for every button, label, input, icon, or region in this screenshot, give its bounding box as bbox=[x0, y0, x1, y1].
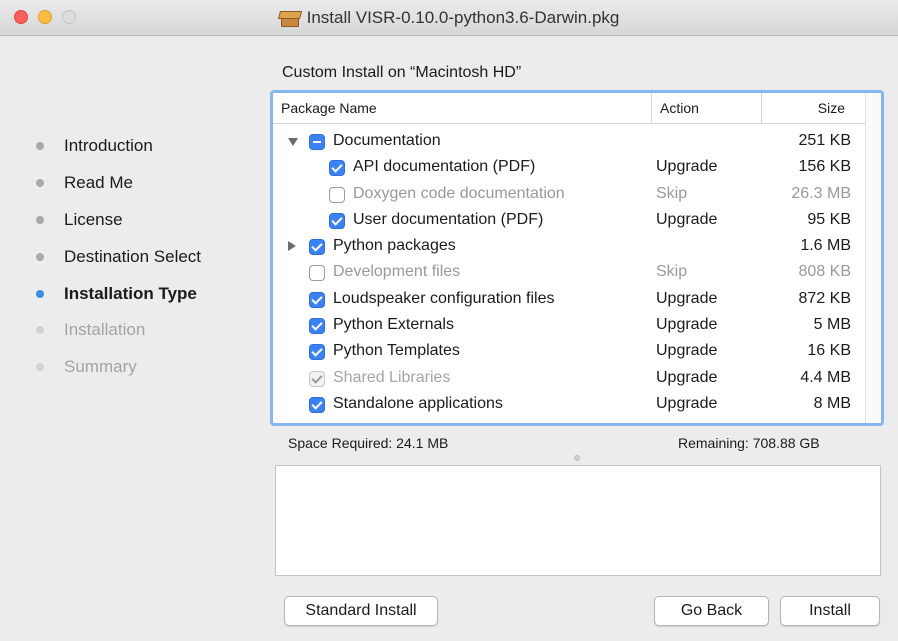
package-checkbox[interactable] bbox=[309, 239, 325, 256]
window-title: Install VISR-0.10.0-python3.6-Darwin.pkg bbox=[306, 8, 620, 27]
package-size: 4.4 MB bbox=[800, 368, 851, 386]
table-row[interactable]: Shared Libraries Upgrade 4.4 MB bbox=[273, 366, 865, 392]
package-size: 156 KB bbox=[798, 158, 851, 176]
package-action: Upgrade bbox=[656, 394, 718, 412]
step-indicator-dot bbox=[36, 252, 44, 261]
sidebar-step-label: Summary bbox=[64, 357, 137, 377]
go-back-button[interactable]: Go Back bbox=[654, 596, 769, 626]
step-indicator-dot bbox=[36, 326, 44, 335]
step-indicator-dot bbox=[36, 289, 44, 298]
package-action: Upgrade bbox=[656, 210, 718, 228]
package-name: Standalone applications bbox=[333, 394, 503, 412]
package-action: Upgrade bbox=[656, 289, 718, 307]
sidebar-step-label: Introduction bbox=[64, 136, 153, 156]
disclosure-triangle-collapsed-icon[interactable] bbox=[288, 241, 296, 252]
package-checkbox[interactable] bbox=[309, 396, 325, 413]
package-checkbox[interactable] bbox=[329, 186, 345, 203]
table-row[interactable]: Python Externals Upgrade 5 MB bbox=[273, 313, 865, 339]
sidebar-step-destination-select: Destination Select bbox=[36, 238, 266, 275]
package-checkbox[interactable] bbox=[309, 318, 325, 335]
package-name: Shared Libraries bbox=[333, 368, 451, 386]
package-icon bbox=[277, 10, 302, 27]
package-size: 251 KB bbox=[798, 132, 851, 149]
package-name: User documentation (PDF) bbox=[353, 210, 544, 228]
column-header-package-name[interactable]: Package Name bbox=[281, 93, 377, 123]
step-indicator-dot bbox=[36, 215, 44, 224]
package-size: 808 KB bbox=[798, 263, 851, 281]
package-action: Skip bbox=[656, 184, 688, 202]
sidebar-step-summary: Summary bbox=[36, 349, 266, 386]
sidebar-step-installation: Installation bbox=[36, 312, 266, 349]
package-size: 8 MB bbox=[813, 394, 851, 412]
package-size: 872 KB bbox=[798, 289, 851, 307]
step-indicator-dot bbox=[36, 179, 44, 188]
package-name: API documentation (PDF) bbox=[353, 158, 536, 176]
column-header-size[interactable]: Size bbox=[761, 93, 865, 123]
table-scrollbar[interactable] bbox=[865, 93, 881, 423]
package-table[interactable]: Package Name Action Size Documentation 25… bbox=[270, 90, 884, 426]
custom-install-heading: Custom Install on “Macintosh HD” bbox=[282, 64, 522, 81]
package-rows: Documentation 251 KB API documentation (PD… bbox=[273, 129, 865, 418]
table-row[interactable]: API documentation (PDF) Upgrade 156 KB bbox=[273, 155, 865, 181]
sidebar-step-installation-type: Installation Type bbox=[36, 275, 266, 312]
table-header: Package Name Action Size bbox=[273, 93, 865, 124]
sidebar-step-label: Read Me bbox=[64, 173, 133, 193]
sidebar-step-license: License bbox=[36, 202, 266, 239]
table-row[interactable]: Documentation 251 KB bbox=[273, 129, 865, 155]
package-size: 26.3 MB bbox=[791, 184, 851, 202]
window-title-area: Install VISR-0.10.0-python3.6-Darwin.pkg bbox=[0, 0, 898, 36]
package-size: 95 KB bbox=[807, 210, 851, 228]
sidebar-step-label: Destination Select bbox=[64, 246, 202, 266]
table-row[interactable]: Loudspeaker configuration files Upgrade 87… bbox=[273, 287, 865, 313]
table-row[interactable]: User documentation (PDF) Upgrade 95 KB bbox=[273, 208, 865, 234]
package-checkbox bbox=[309, 370, 325, 387]
sidebar-step-read-me: Read Me bbox=[36, 165, 266, 202]
sidebar-step-label: Installation bbox=[64, 320, 146, 340]
step-indicator-dot bbox=[36, 363, 44, 372]
title-bar: Install VISR-0.10.0-python3.6-Darwin.pkg bbox=[0, 0, 898, 36]
package-name: Development files bbox=[333, 263, 461, 281]
package-name: Python Externals bbox=[333, 316, 454, 334]
package-checkbox[interactable] bbox=[309, 291, 325, 308]
package-action: Upgrade bbox=[656, 158, 718, 176]
table-row[interactable]: Development files Skip 808 KB bbox=[273, 260, 865, 286]
package-checkbox[interactable] bbox=[329, 212, 345, 229]
install-button[interactable]: Install bbox=[780, 596, 880, 626]
split-resize-handle[interactable] bbox=[574, 455, 580, 461]
package-action: Upgrade bbox=[656, 316, 718, 334]
table-row[interactable]: Python Templates Upgrade 16 KB bbox=[273, 339, 865, 365]
space-required-label: Space Required: 24.1 MB bbox=[288, 435, 449, 451]
step-indicator-dot bbox=[36, 142, 44, 151]
table-row[interactable]: Doxygen code documentation Skip 26.3 MB bbox=[273, 182, 865, 208]
package-checkbox[interactable] bbox=[309, 344, 325, 361]
package-name: Doxygen code documentation bbox=[353, 184, 565, 202]
package-name: Python Templates bbox=[333, 342, 460, 360]
table-row[interactable]: Python packages 1.6 MB bbox=[273, 234, 865, 260]
column-header-action[interactable]: Action bbox=[651, 93, 761, 123]
package-name: Loudspeaker configuration files bbox=[333, 289, 555, 307]
installer-steps-sidebar: Introduction Read Me License Destination Se… bbox=[36, 128, 266, 386]
package-name: Python packages bbox=[333, 237, 456, 255]
package-action: Skip bbox=[656, 263, 688, 281]
sidebar-step-label: Installation Type bbox=[64, 283, 197, 303]
standard-install-button[interactable]: Standard Install bbox=[284, 596, 438, 626]
package-description-box bbox=[275, 465, 881, 576]
package-size: 5 MB bbox=[813, 316, 851, 334]
package-checkbox[interactable] bbox=[309, 134, 325, 150]
sidebar-step-label: License bbox=[64, 209, 123, 229]
sidebar-step-introduction: Introduction bbox=[36, 128, 266, 165]
disclosure-triangle-expanded-icon[interactable] bbox=[288, 138, 298, 146]
package-action: Upgrade bbox=[656, 342, 718, 360]
package-checkbox[interactable] bbox=[309, 265, 325, 282]
remaining-space-label: Remaining: 708.88 GB bbox=[678, 435, 820, 451]
package-size: 1.6 MB bbox=[800, 237, 851, 255]
table-row[interactable]: Standalone applications Upgrade 8 MB bbox=[273, 392, 865, 418]
package-size: 16 KB bbox=[807, 342, 851, 360]
package-checkbox[interactable] bbox=[329, 160, 345, 177]
package-name: Documentation bbox=[333, 132, 441, 149]
package-action: Upgrade bbox=[656, 368, 718, 386]
